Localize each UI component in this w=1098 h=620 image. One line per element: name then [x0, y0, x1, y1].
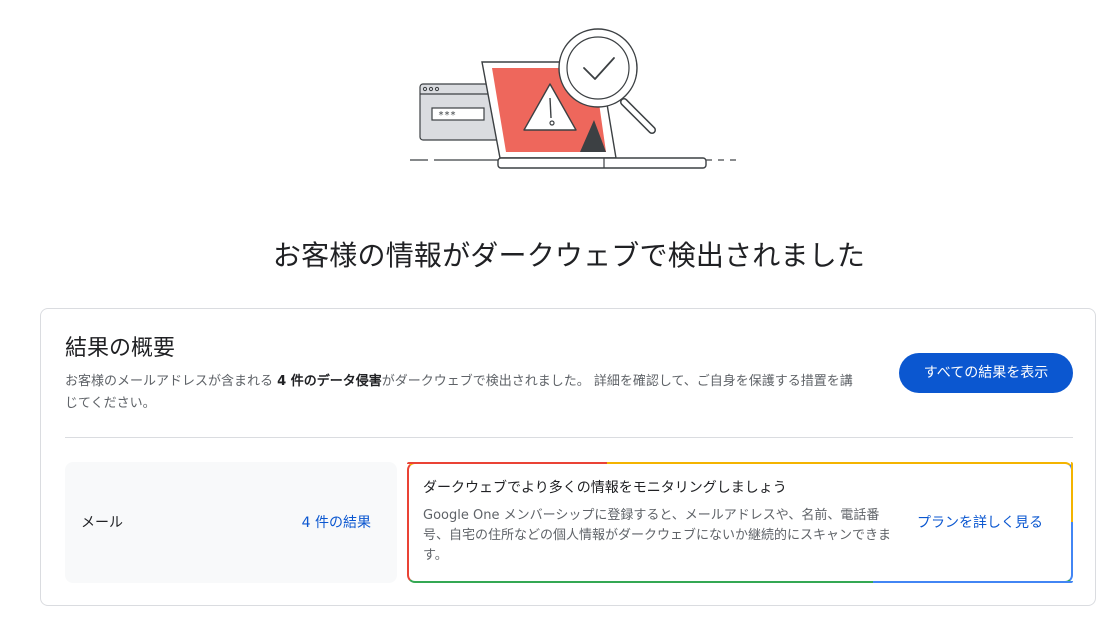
email-result-panel: メール 4 件の結果: [65, 462, 397, 583]
summary-title: 結果の概要: [65, 336, 176, 361]
promo-border-accent: [407, 462, 607, 464]
view-all-results-button[interactable]: すべての結果を表示: [899, 353, 1073, 393]
monitoring-promo-panel: ダークウェブでより多くの情報をモニタリングしましょう Google One メン…: [407, 462, 1073, 583]
promo-border-accent: [873, 581, 1073, 583]
email-results-link[interactable]: 4 件の結果: [302, 512, 371, 534]
dark-web-report-page: *** お客様の情報がダークウェブで検出されました 結果の概要 お客様のメールア…: [0, 0, 1098, 620]
email-label: メール: [81, 515, 123, 531]
laptop-alert-illustration: ***: [410, 28, 736, 169]
summary-card: 結果の概要 お客様のメールアドレスが含まれる 4 件のデータ侵害がダークウェブで…: [40, 308, 1096, 606]
promo-border-accent: [1071, 462, 1073, 522]
breach-count-text: 4 件のデータ侵害: [277, 374, 382, 389]
promo-title: ダークウェブでより多くの情報をモニタリングしましょう: [423, 480, 787, 496]
promo-description: Google One メンバーシップに登録すると、メールアドレスや、名前、電話番…: [423, 508, 892, 563]
summary-description-prefix: お客様のメールアドレスが含まれる: [65, 374, 278, 389]
summary-description: お客様のメールアドレスが含まれる 4 件のデータ侵害がダークウェブで検出されまし…: [65, 371, 865, 415]
learn-plans-link[interactable]: プランを詳しく見る: [917, 512, 1043, 534]
divider: [65, 437, 1073, 438]
page-title: お客様の情報がダークウェブで検出されました: [272, 239, 866, 272]
svg-text:***: ***: [438, 110, 456, 121]
